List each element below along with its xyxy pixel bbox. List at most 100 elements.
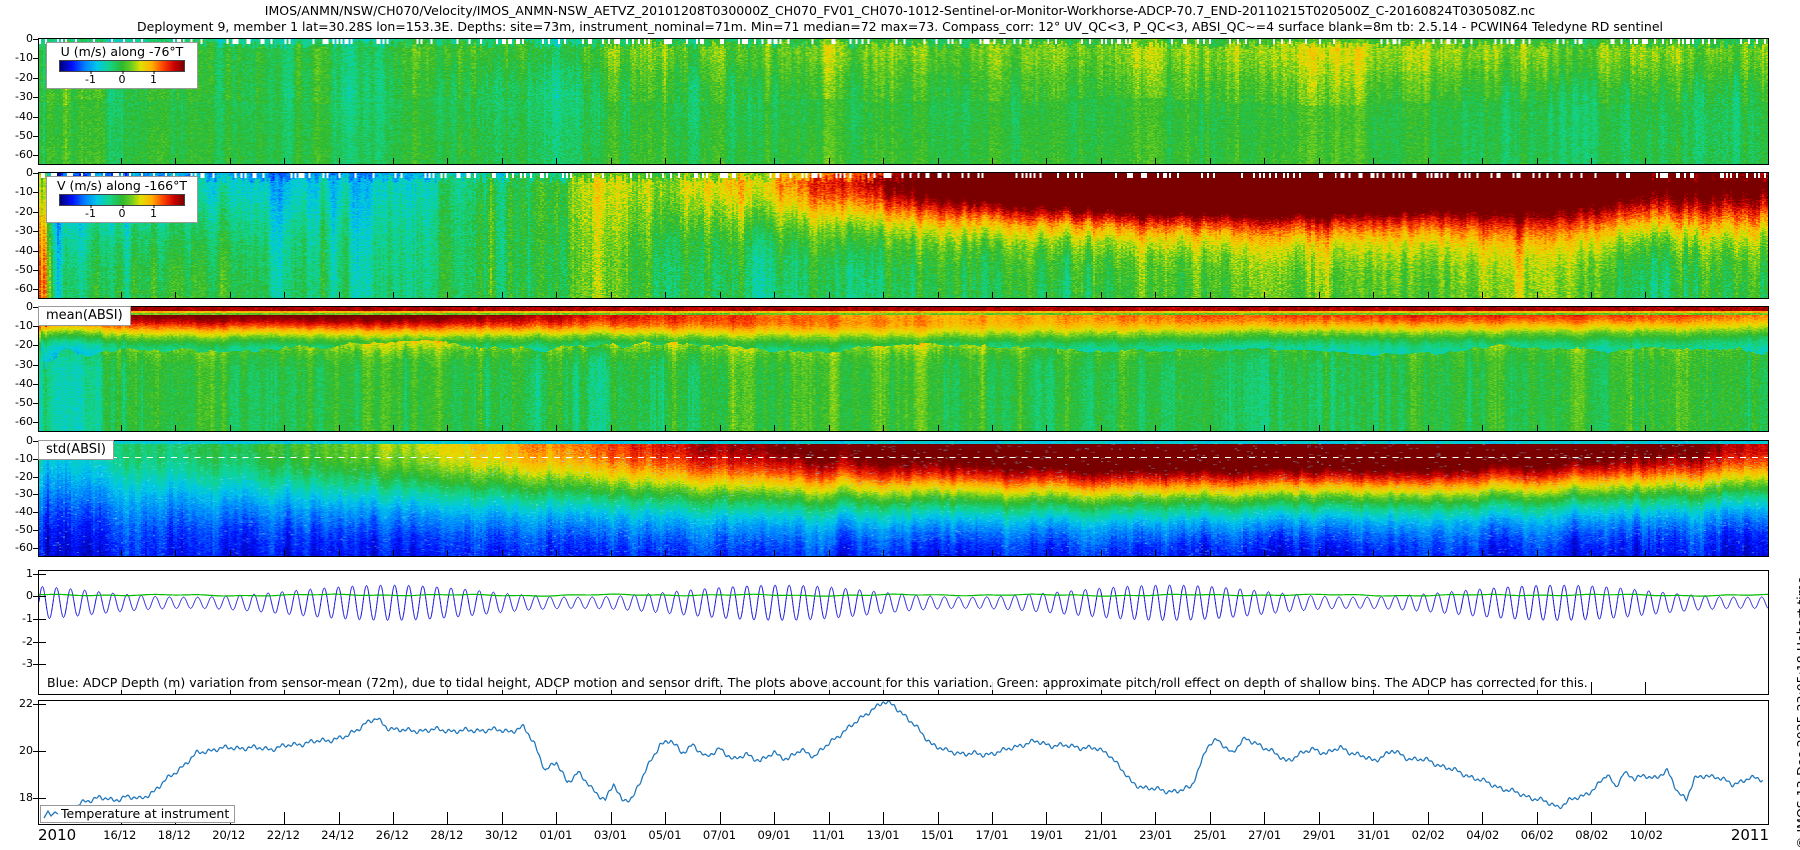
panel-depth-variation-plot: Blue: ADCP Depth (m) variation from sens… [38, 570, 1769, 695]
x-tick-mark [393, 812, 394, 824]
depth-variation-note: Blue: ADCP Depth (m) variation from sens… [47, 675, 1588, 690]
y-tick-label: -30 [2, 488, 33, 500]
y-tick-label: -40 [2, 111, 33, 123]
y-tick-mark [33, 664, 38, 665]
x-tick-mark [1428, 425, 1429, 431]
figure-subtitle: Deployment 9, member 1 lat=30.28S lon=15… [0, 19, 1800, 34]
x-tick-mark [1210, 550, 1211, 556]
x-tick-mark [1155, 550, 1156, 556]
x-tick-label: 09/01 [757, 828, 790, 842]
y-tick-mark [33, 751, 38, 752]
x-tick-mark [1155, 292, 1156, 298]
y-tick-mark [33, 704, 38, 705]
x-tick-mark [502, 425, 503, 431]
u-legend-title: U (m/s) along -76°T [51, 44, 193, 60]
x-tick-mark [175, 158, 176, 164]
x-tick-label: 31/01 [1357, 828, 1390, 842]
v-legend-title: V (m/s) along -166°T [51, 178, 193, 194]
x-tick-mark [1264, 550, 1265, 556]
x-tick-mark [1101, 292, 1102, 298]
x-tick-mark [829, 158, 830, 164]
x-tick-label: 05/01 [648, 828, 681, 842]
y-tick-label: -10 [2, 52, 33, 64]
v-colorbar-tick-label: 0 [119, 207, 126, 220]
y-tick-label: -60 [2, 149, 33, 161]
y-tick-mark [33, 58, 38, 59]
x-tick-mark [1482, 292, 1483, 298]
y-tick-label: 0 [2, 167, 33, 179]
y-tick-mark [33, 97, 38, 98]
x-tick-mark [992, 812, 993, 824]
x-tick-mark [1155, 425, 1156, 431]
y-tick-label: -40 [2, 378, 33, 390]
x-tick-mark [938, 158, 939, 164]
x-tick-label: 26/12 [376, 828, 409, 842]
x-tick-mark [339, 158, 340, 164]
x-tick-mark [121, 425, 122, 431]
y-tick-mark [33, 494, 38, 495]
x-tick-mark [1428, 550, 1429, 556]
y-tick-mark [33, 477, 38, 478]
y-tick-label: 18 [2, 792, 33, 804]
x-tick-mark [1373, 292, 1374, 298]
y-tick-mark [33, 384, 38, 385]
x-tick-mark [1264, 158, 1265, 164]
y-tick-mark [33, 798, 38, 799]
x-tick-mark [284, 550, 285, 556]
x-tick-mark [720, 425, 721, 431]
x-tick-mark [1319, 550, 1320, 556]
x-tick-mark [1101, 812, 1102, 824]
y-tick-mark [39, 574, 46, 575]
x-tick-mark [1210, 812, 1211, 824]
x-tick-mark [938, 812, 939, 824]
x-tick-mark [938, 292, 939, 298]
x-tick-label: 25/01 [1194, 828, 1227, 842]
x-tick-mark [175, 550, 176, 556]
u-colorbar-legend: U (m/s) along -76°T -1 0 1 [46, 42, 198, 89]
x-tick-mark [611, 550, 612, 556]
y-tick-mark [33, 251, 38, 252]
v-heatmap-canvas [39, 173, 1768, 298]
x-tick-mark [339, 425, 340, 431]
x-tick-label: 27/01 [1248, 828, 1281, 842]
x-tick-label: 15/01 [921, 828, 954, 842]
x-tick-mark [1046, 292, 1047, 298]
x-tick-mark [1264, 292, 1265, 298]
temperature-legend: Temperature at instrument [40, 805, 235, 823]
v-colorbar-tick-label: -1 [85, 207, 96, 220]
y-tick-mark [33, 326, 38, 327]
x-tick-mark [611, 425, 612, 431]
x-tick-label: 06/02 [1521, 828, 1554, 842]
x-tick-mark [1537, 292, 1538, 298]
y-tick-label: -50 [2, 264, 33, 276]
y-tick-label: -20 [2, 471, 33, 483]
y-tick-mark [33, 78, 38, 79]
x-tick-mark [611, 158, 612, 164]
x-tick-mark [938, 425, 939, 431]
x-tick-mark [665, 812, 666, 824]
x-tick-mark [774, 158, 775, 164]
x-tick-mark [1482, 812, 1483, 824]
x-tick-mark [883, 550, 884, 556]
y-tick-mark [33, 173, 38, 174]
x-tick-mark [1373, 812, 1374, 824]
u-colorbar-tick-label: -1 [85, 73, 96, 86]
x-tick-mark [938, 550, 939, 556]
y-tick-label: -1 [2, 613, 33, 625]
adcp-summary-figure: IMOS/ANMN/NSW/CH070/Velocity/IMOS_ANMN-N… [0, 0, 1800, 850]
y-tick-mark [33, 289, 38, 290]
x-tick-mark [1537, 425, 1538, 431]
x-tick-mark [1645, 682, 1646, 694]
x-tick-mark [665, 158, 666, 164]
x-tick-mark [502, 292, 503, 298]
x-tick-mark [829, 550, 830, 556]
x-tick-label: 29/01 [1303, 828, 1336, 842]
x-tick-mark [1482, 158, 1483, 164]
x-tick-mark [230, 158, 231, 164]
x-tick-label: 02/02 [1412, 828, 1445, 842]
x-tick-mark [230, 550, 231, 556]
x-tick-mark [502, 158, 503, 164]
y-tick-mark [33, 136, 38, 137]
y-tick-mark [39, 798, 46, 799]
u-colorbar-tick-label: 1 [150, 73, 157, 86]
